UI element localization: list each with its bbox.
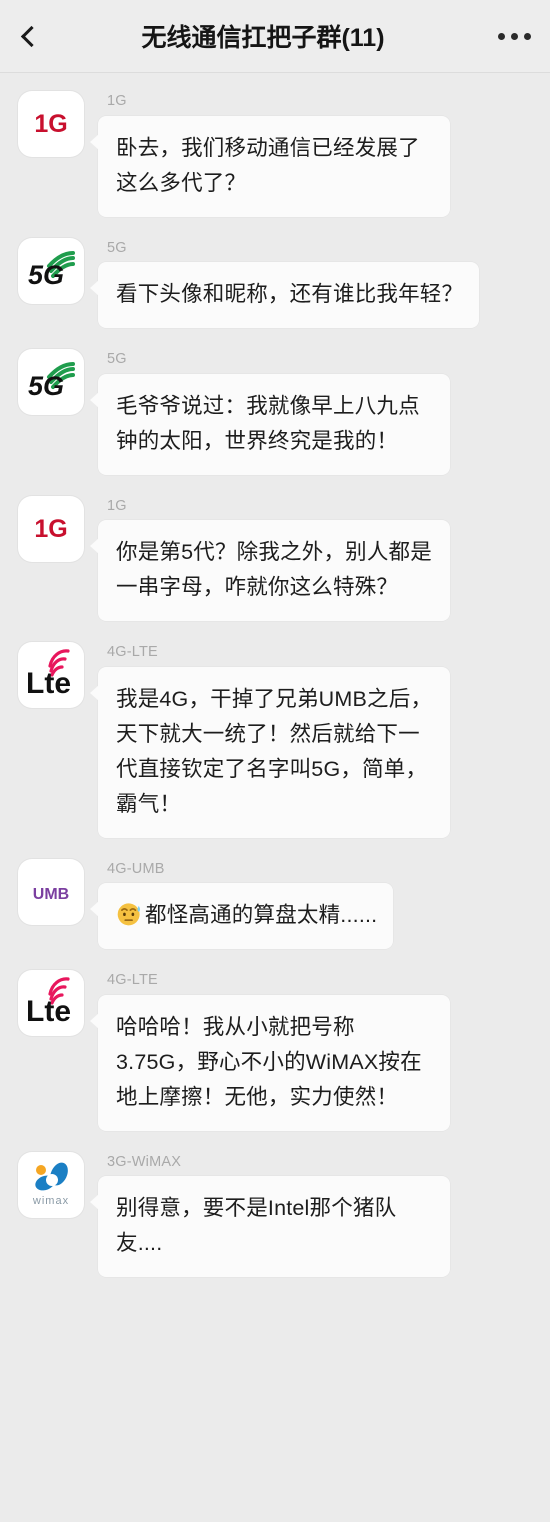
message-text: 卧去，我们移动通信已经发展了这么多代了？: [116, 135, 420, 195]
message-text: 哈哈哈！我从小就把号称3.75G，野心不小的WiMAX按在地上摩擦！无他，实力使…: [116, 1014, 422, 1109]
avatar-lte[interactable]: Lte: [18, 970, 84, 1036]
message-body: 3G-WiMAX 别得意，要不是Intel那个猪队友....: [90, 1152, 530, 1277]
svg-text:Lte: Lte: [26, 995, 71, 1028]
svg-text:5G: 5G: [28, 371, 64, 401]
sender-name: 1G: [107, 93, 127, 109]
message-text: 我是4G，干掉了兄弟UMB之后，天下就大一统了！然后就给下一代直接钦定了名字叫5…: [116, 686, 433, 816]
bubble-wrapper: 我是4G，干掉了兄弟UMB之后，天下就大一统了！然后就给下一代直接钦定了名字叫5…: [90, 666, 450, 838]
five-g-logo-icon: 5G: [28, 250, 75, 290]
chevron-left-icon: [20, 25, 43, 47]
bubble-wrapper: 别得意，要不是Intel那个猪队友....: [90, 1176, 450, 1277]
sender-name: 3G-WiMAX: [107, 1153, 182, 1170]
avatar-wimax[interactable]: wimax: [18, 1151, 84, 1218]
bubble-wrapper: 毛爷爷说过：我就像早上八九点钟的太阳，世界终究是我的！: [90, 373, 450, 475]
avatar-1g[interactable]: 1G: [18, 495, 84, 562]
one-g-logo-icon: 1G: [34, 515, 67, 543]
more-dots-icon: [523, 32, 531, 40]
avatar-1g[interactable]: 1G: [18, 91, 84, 157]
message-body: 4G-LTE 我是4G，干掉了兄弟UMB之后，天下就大一统了！然后就给下一代直接钦…: [90, 642, 530, 838]
sender-name: 1G: [107, 497, 127, 514]
svg-text:5G: 5G: [28, 260, 64, 290]
avatar-5g[interactable]: 5G: [18, 349, 84, 415]
message-row: 1G 1G 你是第5代？除我之外，别人都是一串字母，咋就你这么特殊？: [0, 495, 550, 621]
bubble-wrapper: 看下头像和昵称，还有谁比我年轻？: [89, 262, 480, 328]
message-bubble[interactable]: 都怪高通的算盘太精......: [89, 883, 394, 949]
bubble-wrapper: 卧去，我们移动通信已经发展了这么多代了？: [90, 115, 450, 217]
message-row: 5G 5G 毛爷爷说过：我就像早上八九点钟的太阳，世界终究是我的！: [0, 349, 550, 475]
message-row: UMB 4G-UMB 都怪高通的算盘太精......: [0, 858, 550, 949]
bubble-wrapper: 都怪高通的算盘太精......: [89, 883, 394, 949]
page-title: 无线通信扛把子群(11): [141, 24, 385, 52]
sender-name: 5G: [107, 239, 127, 256]
svg-text:wimax: wimax: [32, 1195, 69, 1207]
avatar-lte[interactable]: Lte: [18, 642, 84, 708]
bubble-wrapper: 哈哈哈！我从小就把号称3.75G，野心不小的WiMAX按在地上摩擦！无他，实力使…: [90, 994, 450, 1131]
umb-logo-icon: UMB: [33, 886, 69, 903]
message-bubble[interactable]: 别得意，要不是Intel那个猪队友....: [90, 1176, 450, 1277]
bubble-wrapper: 你是第5代？除我之外，别人都是一串字母，咋就你这么特殊？: [90, 520, 450, 621]
five-g-logo-icon: 5G: [28, 362, 75, 401]
one-g-logo-icon: 1G: [34, 110, 67, 138]
message-text: 毛爷爷说过：我就像早上八九点钟的太阳，世界终究是我的！: [116, 393, 420, 453]
more-options-button[interactable]: [478, 0, 550, 73]
wimax-logo-icon: wimax: [32, 1162, 69, 1207]
message-bubble[interactable]: 我是4G，干掉了兄弟UMB之后，天下就大一统了！然后就给下一代直接钦定了名字叫5…: [90, 666, 450, 838]
message-body: 5G 看下头像和昵称，还有谁比我年轻？: [89, 238, 530, 328]
message-bubble[interactable]: 哈哈哈！我从小就把号称3.75G，野心不小的WiMAX按在地上摩擦！无他，实力使…: [90, 994, 450, 1131]
back-button[interactable]: [0, 0, 58, 73]
avatar-5g[interactable]: 5G: [18, 237, 84, 304]
message-text: 看下头像和昵称，还有谁比我年轻？: [116, 282, 464, 306]
svg-text:1G: 1G: [34, 515, 67, 543]
sender-name: 4G-UMB: [107, 860, 165, 877]
sender-name: 4G-LTE: [107, 972, 158, 988]
avatar-umb[interactable]: UMB: [18, 858, 84, 925]
message-text: 你是第5代？除我之外，别人都是一串字母，咋就你这么特殊？: [116, 540, 432, 599]
more-dots-icon: [497, 32, 505, 40]
message-text: 都怪高通的算盘太精......: [145, 903, 378, 927]
message-text: 别得意，要不是Intel那个猪队友....: [116, 1196, 397, 1255]
message-body: 4G-LTE 哈哈哈！我从小就把号称3.75G，野心不小的WiMAX按在地上摩擦！…: [90, 970, 530, 1131]
message-row: 5G 5G 看下头像和昵称，还有谁比我年轻？: [0, 237, 550, 328]
message-row: wimax 3G-WiMAX 别得意，要不是Intel那个猪队友....: [0, 1151, 550, 1277]
lte-logo-icon: Lte: [26, 977, 71, 1028]
awkward-sweat-face-emoji: [117, 903, 141, 926]
sender-name: 5G: [107, 351, 127, 367]
message-body: 1G 你是第5代？除我之外，别人都是一串字母，咋就你这么特殊？: [90, 496, 530, 621]
sender-name: 4G-LTE: [107, 644, 158, 660]
message-bubble[interactable]: 看下头像和昵称，还有谁比我年轻？: [89, 262, 480, 328]
message-list[interactable]: 1G 1G 卧去，我们移动通信已经发展了这么多代了？ 5G 5G 看下头像和昵称，还有谁比…: [0, 73, 550, 1277]
message-bubble[interactable]: 毛爷爷说过：我就像早上八九点钟的太阳，世界终究是我的！: [90, 373, 450, 475]
lte-logo-icon: Lte: [26, 649, 71, 700]
message-row: 1G 1G 卧去，我们移动通信已经发展了这么多代了？: [0, 91, 550, 217]
message-row: Lte 4G-LTE 我是4G，干掉了兄弟UMB之后，天下就大一统了！然后就给下一代…: [0, 642, 550, 838]
svg-text:Lte: Lte: [26, 667, 71, 700]
message-row: Lte 4G-LTE 哈哈哈！我从小就把号称3.75G，野心不小的WiMAX按在地上…: [0, 970, 550, 1131]
message-body: 1G 卧去，我们移动通信已经发展了这么多代了？: [90, 91, 530, 217]
chat-header: 无线通信扛把子群(11): [0, 0, 550, 73]
message-bubble[interactable]: 你是第5代？除我之外，别人都是一串字母，咋就你这么特殊？: [90, 520, 450, 621]
more-dots-icon: [510, 32, 518, 40]
message-bubble[interactable]: 卧去，我们移动通信已经发展了这么多代了？: [90, 115, 450, 217]
svg-text:1G: 1G: [34, 110, 67, 138]
svg-text:UMB: UMB: [33, 886, 69, 903]
message-body: 5G 毛爷爷说过：我就像早上八九点钟的太阳，世界终究是我的！: [90, 349, 530, 475]
message-body: 4G-UMB 都怪高通的算盘太精......: [89, 859, 530, 949]
